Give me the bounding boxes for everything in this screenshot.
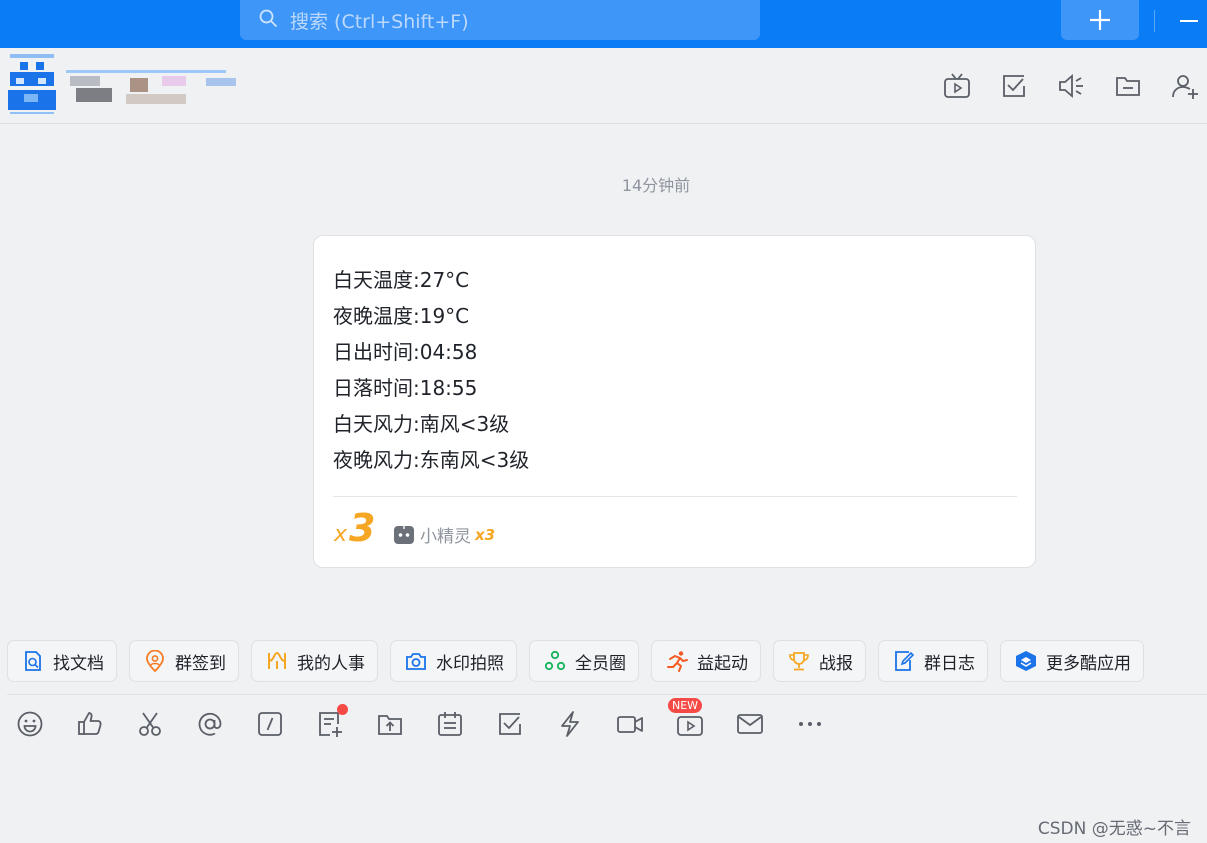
message-card[interactable]: 白天温度:27°C 夜晚温度:19°C 日出时间:04:58 日落时间:18:5… <box>313 235 1036 568</box>
camera-icon <box>406 653 426 670</box>
search-box[interactable]: 搜索 (Ctrl+Shift+F) <box>240 0 760 40</box>
doc-search-icon <box>25 651 41 671</box>
app-my-hr[interactable]: 我的人事 <box>251 640 378 682</box>
task-icon[interactable] <box>496 710 524 738</box>
running-icon <box>667 651 688 672</box>
card-divider <box>333 496 1017 497</box>
top-bar: 搜索 (Ctrl+Shift+F) <box>0 0 1207 48</box>
quick-apps-bar: 找文档 群签到 我的人事 水印拍照 全员圈 益起动 战报 群日志 更多酷应用 <box>7 640 1144 682</box>
day-temperature: 白天温度:27°C <box>333 268 470 292</box>
robot-icon <box>394 525 414 545</box>
sunset-time: 日落时间:18:55 <box>333 376 478 400</box>
mention-icon[interactable] <box>196 710 224 738</box>
like-icon[interactable] <box>76 710 104 738</box>
app-more-cool-apps[interactable]: 更多酷应用 <box>1000 640 1144 682</box>
bot-x3-mark: x3 <box>475 525 496 544</box>
night-temperature: 夜晚温度:19°C <box>333 304 470 328</box>
search-placeholder: 搜索 (Ctrl+Shift+F) <box>290 10 469 33</box>
search-icon <box>258 8 278 32</box>
calendar-icon[interactable] <box>436 710 464 738</box>
topbar-separator <box>1154 10 1155 32</box>
mail-icon[interactable] <box>736 710 764 738</box>
app-all-staff-circle[interactable]: 全员圈 <box>529 640 639 682</box>
plus-icon <box>1090 10 1110 30</box>
circle-icon <box>544 650 566 671</box>
weather-lines: 白天温度:27°C 夜晚温度:19°C 日出时间:04:58 日落时间:18:5… <box>333 262 529 478</box>
app-charity-run[interactable]: 益起动 <box>651 640 761 682</box>
minimize-button[interactable] <box>1180 20 1198 22</box>
add-member-icon[interactable] <box>1171 72 1199 100</box>
night-wind: 夜晚风力:东南风<3级 <box>333 448 530 472</box>
scissors-icon[interactable] <box>136 710 164 738</box>
emoji-icon[interactable] <box>16 710 44 738</box>
sunrise-time: 日出时间:04:58 <box>333 340 478 364</box>
day-wind: 白天风力:南风<3级 <box>333 412 510 436</box>
more-icon[interactable] <box>796 710 824 738</box>
video-call-icon[interactable] <box>616 710 644 738</box>
form-icon[interactable] <box>316 704 348 738</box>
bot-name: 小精灵 <box>420 527 471 547</box>
group-name-blurred <box>66 66 246 110</box>
tv-icon[interactable] <box>943 72 971 100</box>
input-divider <box>7 694 1207 695</box>
add-button[interactable] <box>1061 0 1139 40</box>
csdn-watermark: CSDN @无惑~不言 <box>1037 819 1191 839</box>
apps-icon <box>1016 651 1036 671</box>
new-badge: NEW <box>668 698 702 713</box>
upload-icon[interactable] <box>376 710 404 738</box>
live-icon[interactable]: NEW <box>668 698 704 738</box>
slash-command-icon[interactable] <box>256 710 284 738</box>
speaker-icon[interactable] <box>1057 72 1085 100</box>
location-icon <box>146 650 164 672</box>
message-timestamp: 14分钟前 <box>621 176 691 195</box>
app-battle-report[interactable]: 战报 <box>773 640 866 682</box>
group-avatar[interactable] <box>6 52 58 114</box>
checkbox-icon[interactable] <box>1000 72 1028 100</box>
log-icon <box>895 651 915 671</box>
app-group-checkin[interactable]: 群签到 <box>129 640 239 682</box>
app-find-docs[interactable]: 找文档 <box>7 640 117 682</box>
app-watermark-camera[interactable]: 水印拍照 <box>390 640 517 682</box>
app-group-log[interactable]: 群日志 <box>878 640 988 682</box>
folder-icon[interactable] <box>1114 72 1142 100</box>
ding-icon[interactable] <box>556 710 584 738</box>
hr-icon <box>268 651 286 669</box>
bot-source[interactable]: 小精灵 x3 <box>394 522 495 547</box>
trophy-icon <box>789 652 809 671</box>
x3-logo: x3 <box>334 506 378 550</box>
notification-dot <box>337 704 348 715</box>
chat-header <box>0 48 1207 124</box>
